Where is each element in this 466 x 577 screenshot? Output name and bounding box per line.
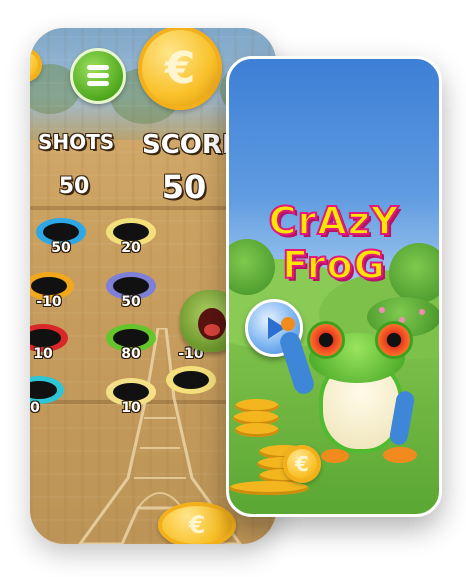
frog-eye <box>375 321 413 359</box>
score-value: 50 <box>161 168 207 206</box>
title-screen: CrAzY FroG € <box>226 56 442 517</box>
menu-button[interactable] <box>70 48 126 104</box>
shots-value: 50 <box>58 174 90 199</box>
game-title-line2: FroG <box>281 242 386 288</box>
frog-character <box>277 317 417 471</box>
euro-coin-bottom: € <box>158 502 236 544</box>
frog-eye <box>307 321 345 359</box>
game-title-line1: CrAzY <box>268 198 400 244</box>
list-menu-icon <box>87 65 109 70</box>
shots-label: SHOTS <box>38 130 115 154</box>
score-hole[interactable] <box>166 366 216 394</box>
euro-coin: € <box>138 28 222 110</box>
